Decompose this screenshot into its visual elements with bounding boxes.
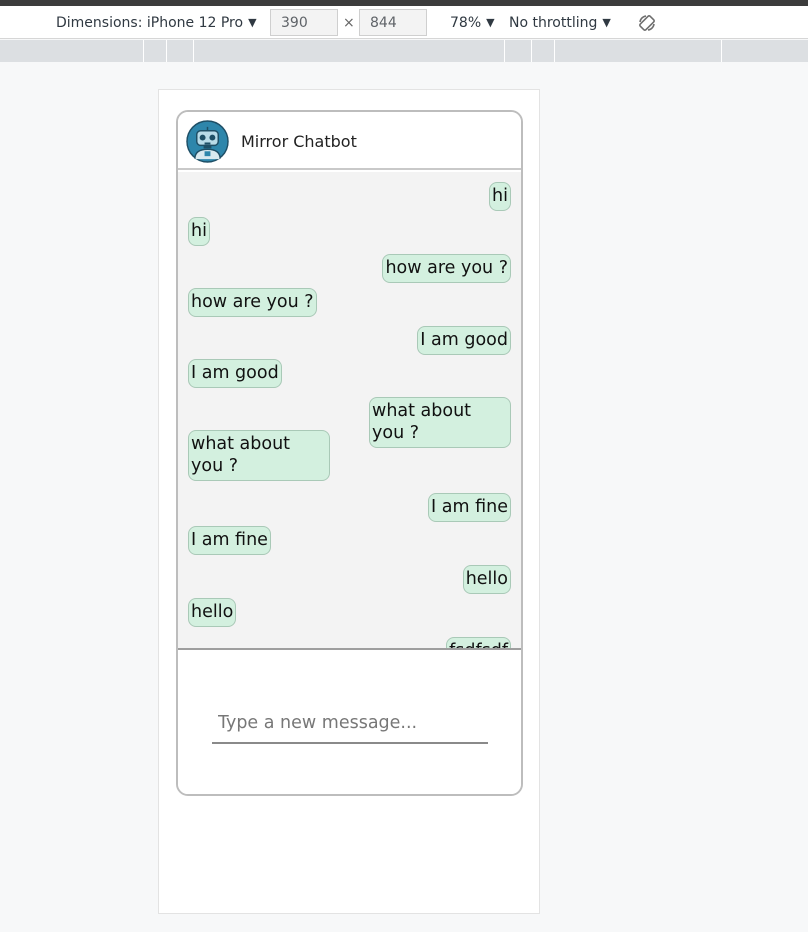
chat-title: Mirror Chatbot — [241, 132, 357, 151]
received-message: what about you ? — [188, 430, 330, 481]
zoom-label: 78% — [450, 14, 482, 31]
throttling-dropdown[interactable]: No throttling ▼ — [509, 6, 611, 39]
message-row: I am fine — [188, 526, 511, 555]
width-input[interactable]: 390 — [270, 9, 338, 36]
device-dropdown[interactable]: Dimensions: iPhone 12 Pro ▼ — [56, 6, 257, 39]
device-toolbar: Dimensions: iPhone 12 Pro ▼ 390 × 844 78… — [0, 6, 808, 39]
message-row: fsdfsdf — [188, 637, 511, 648]
robot-icon — [186, 120, 229, 163]
device-viewport: Mirror Chatbot hi hi how are you ? how a… — [158, 89, 540, 914]
height-input[interactable]: 844 — [359, 9, 427, 36]
message-row: how are you ? — [188, 254, 511, 283]
chat-window: Mirror Chatbot hi hi how are you ? how a… — [176, 110, 523, 796]
message-row: hello — [188, 598, 511, 627]
message-row: how are you ? — [188, 288, 511, 317]
chevron-down-icon: ▼ — [602, 16, 611, 29]
received-message: hello — [188, 598, 237, 627]
message-row: I am good — [188, 326, 511, 355]
device-label: Dimensions: iPhone 12 Pro — [56, 14, 244, 31]
received-message: I am good — [188, 359, 282, 388]
sent-message: hello — [462, 565, 511, 594]
message-input[interactable] — [212, 704, 488, 744]
received-message: hi — [188, 217, 210, 246]
rotate-icon[interactable] — [637, 13, 657, 33]
message-row: hello — [188, 565, 511, 594]
message-row: hi — [188, 182, 511, 211]
message-row: I am fine — [188, 493, 511, 522]
message-row: what about you ? — [188, 430, 511, 481]
media-query-ruler[interactable] — [0, 40, 808, 62]
sent-message: fsdfsdf — [446, 637, 511, 648]
chat-header: Mirror Chatbot — [178, 112, 521, 170]
message-composer — [178, 652, 521, 794]
message-row: hi — [188, 217, 511, 246]
chevron-down-icon: ▼ — [248, 16, 257, 29]
sent-message: I am good — [417, 326, 511, 355]
received-message: I am fine — [188, 526, 271, 555]
message-list[interactable]: hi hi how are you ? how are you ? I am g… — [178, 172, 521, 650]
sent-message: I am fine — [428, 493, 511, 522]
received-message: how are you ? — [188, 288, 317, 317]
message-row: I am good — [188, 359, 511, 388]
sent-message: how are you ? — [382, 254, 511, 283]
dimension-times: × — [343, 14, 355, 31]
chevron-down-icon: ▼ — [486, 16, 495, 29]
zoom-dropdown[interactable]: 78% ▼ — [450, 6, 495, 39]
sent-message: hi — [489, 182, 511, 211]
throttling-label: No throttling — [509, 14, 598, 31]
